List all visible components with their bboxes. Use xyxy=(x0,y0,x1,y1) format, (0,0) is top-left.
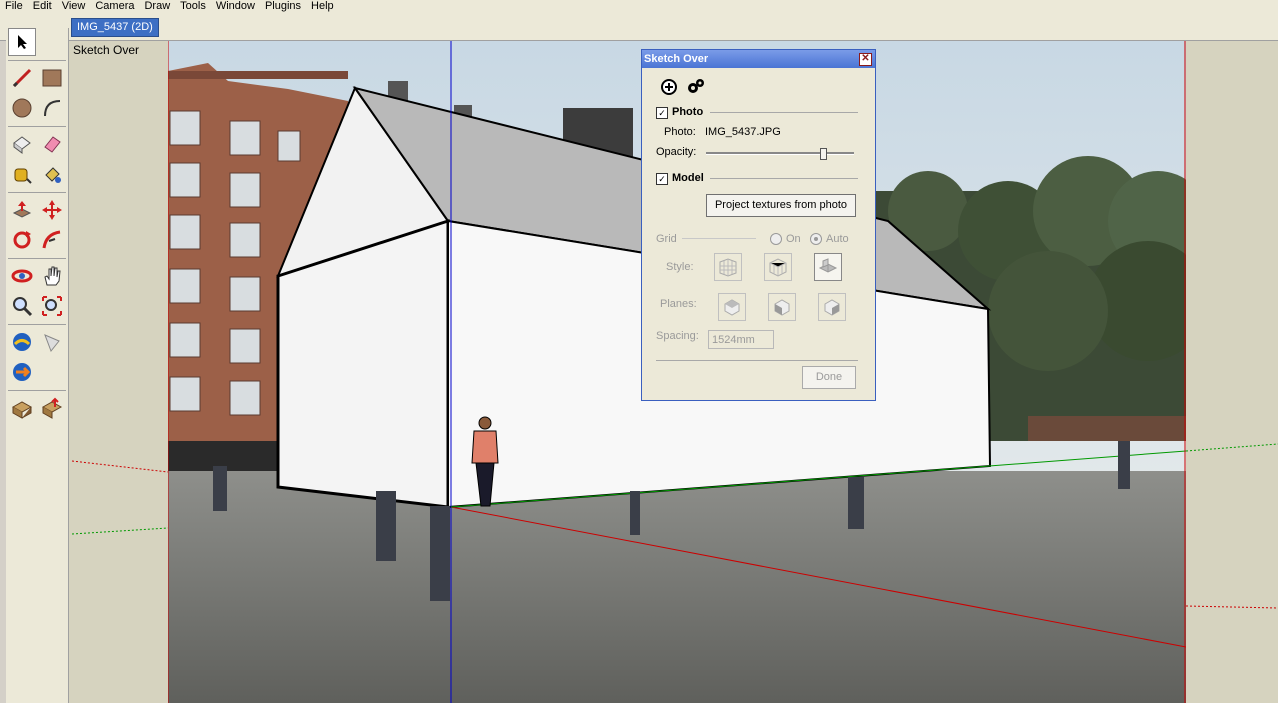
grid-label: Grid xyxy=(656,233,677,245)
orbit-tool-icon[interactable] xyxy=(8,262,36,290)
menu-edit[interactable]: Edit xyxy=(28,0,57,15)
make-component-icon[interactable] xyxy=(8,130,36,158)
scene-tab[interactable]: IMG_5437 (2D) xyxy=(71,18,159,37)
paint-bucket-icon[interactable] xyxy=(38,160,66,188)
done-button[interactable]: Done xyxy=(802,366,856,389)
position-camera-icon[interactable] xyxy=(8,328,36,356)
ground xyxy=(168,471,1186,703)
spacing-input[interactable]: 1524mm xyxy=(708,330,774,349)
photo-filename: IMG_5437.JPG xyxy=(705,126,781,138)
model-checkbox[interactable]: ✓ xyxy=(656,173,668,185)
add-photo-icon[interactable] xyxy=(660,78,678,99)
dialog-title-bar[interactable]: Sketch Over ✕ xyxy=(642,50,875,68)
tool-palette xyxy=(6,28,69,703)
scene-tab-bar: IMG_5437 (2D) xyxy=(0,15,1278,41)
close-icon[interactable]: ✕ xyxy=(859,53,872,66)
menu-draw[interactable]: Draw xyxy=(139,0,175,15)
tape-measure-icon[interactable] xyxy=(8,160,36,188)
move-tool-icon[interactable] xyxy=(38,196,66,224)
grid-auto-radio[interactable] xyxy=(810,233,822,245)
grid-on-radio[interactable] xyxy=(770,233,782,245)
look-around-icon[interactable] xyxy=(8,358,36,386)
get-models-icon[interactable] xyxy=(8,394,36,422)
opacity-label: Opacity: xyxy=(656,146,697,158)
spacing-label: Spacing: xyxy=(656,330,699,342)
grid-on-label: On xyxy=(786,233,801,245)
menu-camera[interactable]: Camera xyxy=(90,0,139,15)
menu-view[interactable]: View xyxy=(57,0,91,15)
menu-tools[interactable]: Tools xyxy=(175,0,211,15)
photo-section-heading: Photo xyxy=(672,106,704,118)
model-section-heading: Model xyxy=(672,172,704,184)
menu-plugins[interactable]: Plugins xyxy=(260,0,306,15)
circle-tool-icon[interactable] xyxy=(8,94,36,122)
photo-label: Photo: xyxy=(664,126,696,138)
axis-guides-left xyxy=(71,460,168,535)
share-model-icon[interactable] xyxy=(38,394,66,422)
pencil-tool-icon[interactable] xyxy=(8,64,36,92)
menu-bar: File Edit View Camera Draw Tools Window … xyxy=(0,0,1278,15)
opacity-slider-thumb[interactable] xyxy=(819,148,827,160)
select-tool-icon[interactable] xyxy=(8,28,36,56)
fence xyxy=(1028,416,1186,441)
zoom-extents-icon[interactable] xyxy=(38,292,66,320)
opacity-slider[interactable] xyxy=(706,148,854,160)
plane-xz-icon[interactable] xyxy=(768,293,796,321)
follow-me-icon[interactable] xyxy=(38,226,66,254)
photo-checkbox[interactable]: ✓ xyxy=(656,107,668,119)
plane-xy-icon[interactable] xyxy=(718,293,746,321)
pan-hand-icon[interactable] xyxy=(38,262,66,290)
menu-window[interactable]: Window xyxy=(211,0,260,15)
plane-yz-icon[interactable] xyxy=(818,293,846,321)
right-panel xyxy=(1186,41,1278,703)
grid-style-planes-icon[interactable] xyxy=(814,253,842,281)
arc-tool-icon[interactable] xyxy=(38,94,66,122)
menu-help[interactable]: Help xyxy=(306,0,339,15)
rotate-tool-icon[interactable] xyxy=(8,226,36,254)
project-textures-button[interactable]: Project textures from photo xyxy=(706,194,856,217)
rectangle-tool-icon[interactable] xyxy=(38,64,66,92)
grid-style-cube-icon[interactable] xyxy=(764,253,792,281)
walk-tool-icon[interactable] xyxy=(38,328,66,356)
sketch-over-dialog: Sketch Over ✕ ✓ Photo Photo: IMG_5437.JP… xyxy=(641,49,876,401)
grid-auto-label: Auto xyxy=(826,233,849,245)
menu-file[interactable]: File xyxy=(0,0,28,15)
style-label: Style: xyxy=(666,261,694,273)
push-pull-icon[interactable] xyxy=(8,196,36,224)
zoom-tool-icon[interactable] xyxy=(8,292,36,320)
planes-label: Planes: xyxy=(660,298,697,310)
settings-gear-icon[interactable] xyxy=(686,78,706,99)
dialog-title: Sketch Over xyxy=(644,53,709,65)
grid-style-perspective-icon[interactable] xyxy=(714,253,742,281)
left-panel: Sketch Over xyxy=(69,41,168,703)
eraser-tool-icon[interactable] xyxy=(38,130,66,158)
